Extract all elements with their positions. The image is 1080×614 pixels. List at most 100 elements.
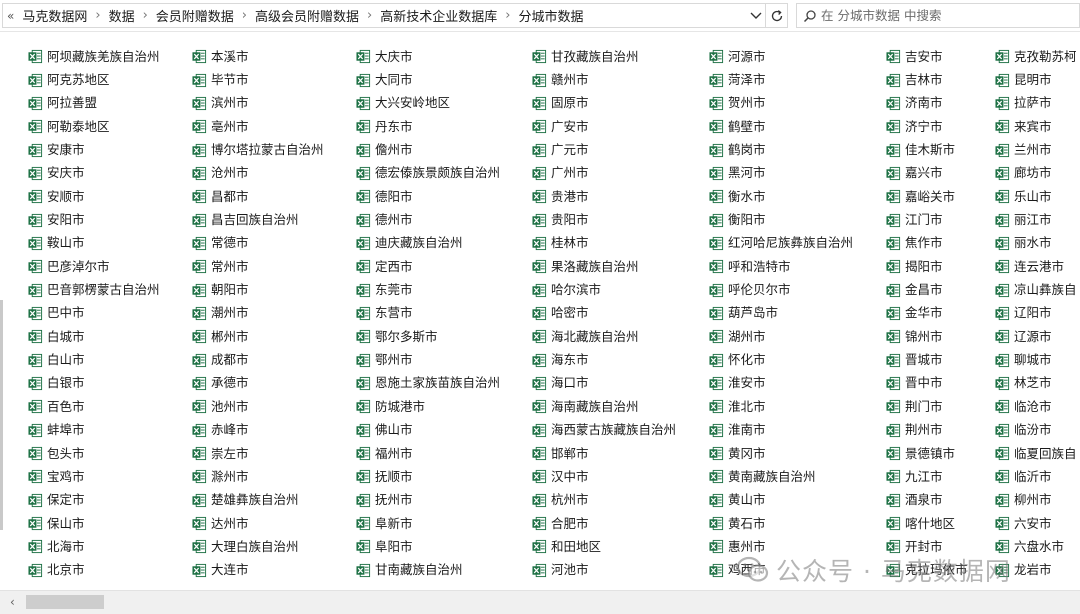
file-item[interactable]: 乐山市	[995, 185, 1077, 208]
file-item[interactable]: 广安市	[532, 115, 676, 138]
file-item[interactable]: 辽源市	[995, 325, 1077, 348]
file-item[interactable]: 廊坊市	[995, 162, 1077, 185]
file-item[interactable]: 崇左市	[192, 442, 324, 465]
breadcrumb-item-city-data[interactable]: 分城市数据	[518, 6, 583, 25]
file-item[interactable]: 博尔塔拉蒙古自治州	[192, 138, 324, 161]
horizontal-scrollbar[interactable]: ‹	[0, 590, 1080, 614]
file-item[interactable]: 鞍山市	[28, 232, 160, 255]
file-item[interactable]: 固原市	[532, 92, 676, 115]
file-item[interactable]: 海西蒙古族藏族自治州	[532, 419, 676, 442]
file-item[interactable]: 克拉玛依市	[886, 559, 968, 582]
file-item[interactable]: 鄂州市	[356, 348, 500, 371]
search-input[interactable]	[821, 8, 1079, 23]
file-item[interactable]: 安庆市	[28, 162, 160, 185]
file-item[interactable]: 海口市	[532, 372, 676, 395]
file-item[interactable]: 汉中市	[532, 465, 676, 488]
file-item[interactable]: 哈尔滨市	[532, 278, 676, 301]
file-item[interactable]: 常德市	[192, 232, 324, 255]
file-item[interactable]: 黄山市	[709, 489, 853, 512]
file-item[interactable]: 菏泽市	[709, 68, 853, 91]
file-item[interactable]: 丽江市	[995, 208, 1077, 231]
file-item[interactable]: 丹东市	[356, 115, 500, 138]
file-item[interactable]: 龙岩市	[995, 559, 1077, 582]
file-item[interactable]: 来宾市	[995, 115, 1077, 138]
file-item[interactable]: 辽阳市	[995, 302, 1077, 325]
file-item[interactable]: 佛山市	[356, 419, 500, 442]
file-item[interactable]: 德州市	[356, 208, 500, 231]
file-item[interactable]: 迪庆藏族自治州	[356, 232, 500, 255]
file-item[interactable]: 巴中市	[28, 302, 160, 325]
file-item[interactable]: 嘉兴市	[886, 162, 968, 185]
file-item[interactable]: 成都市	[192, 348, 324, 371]
file-item[interactable]: 福州市	[356, 442, 500, 465]
file-item[interactable]: 嘉峪关市	[886, 185, 968, 208]
file-item[interactable]: 红河哈尼族彝族自治州	[709, 232, 853, 255]
file-item[interactable]: 九江市	[886, 465, 968, 488]
file-item[interactable]: 广元市	[532, 138, 676, 161]
file-item[interactable]: 鄂尔多斯市	[356, 325, 500, 348]
file-item[interactable]: 济南市	[886, 92, 968, 115]
file-item[interactable]: 白城市	[28, 325, 160, 348]
file-item[interactable]: 济宁市	[886, 115, 968, 138]
file-item[interactable]: 滁州市	[192, 465, 324, 488]
file-item[interactable]: 河池市	[532, 559, 676, 582]
file-item[interactable]: 恩施土家族苗族自治州	[356, 372, 500, 395]
file-item[interactable]: 六安市	[995, 512, 1077, 535]
chevron-right-icon[interactable]: ›	[95, 8, 100, 23]
file-item[interactable]: 东莞市	[356, 278, 500, 301]
file-item[interactable]: 怀化市	[709, 348, 853, 371]
address-bar[interactable]: « 马克数据网 › 数据 › 会员附赠数据 › 高级会员附赠数据 › 高新技术企…	[2, 3, 766, 28]
file-item[interactable]: 阿拉善盟	[28, 92, 160, 115]
file-item[interactable]: 阿勒泰地区	[28, 115, 160, 138]
file-item[interactable]: 北京市	[28, 559, 160, 582]
file-item[interactable]: 荆州市	[886, 419, 968, 442]
file-item[interactable]: 海东市	[532, 348, 676, 371]
file-item[interactable]: 楚雄彝族自治州	[192, 489, 324, 512]
file-item[interactable]: 黄南藏族自治州	[709, 465, 853, 488]
file-item[interactable]: 锦州市	[886, 325, 968, 348]
file-item[interactable]: 六盘水市	[995, 535, 1077, 558]
file-item[interactable]: 揭阳市	[886, 255, 968, 278]
file-item[interactable]: 临沂市	[995, 465, 1077, 488]
file-item[interactable]: 鹤岗市	[709, 138, 853, 161]
file-item[interactable]: 德宏傣族景颇族自治州	[356, 162, 500, 185]
file-item[interactable]: 丽水市	[995, 232, 1077, 255]
chevron-right-icon[interactable]: ›	[367, 8, 372, 23]
chevron-down-icon[interactable]	[749, 8, 763, 24]
file-item[interactable]: 河源市	[709, 45, 853, 68]
file-item[interactable]: 白银市	[28, 372, 160, 395]
chevron-right-icon[interactable]: ›	[505, 8, 510, 23]
file-item[interactable]: 北海市	[28, 535, 160, 558]
file-item[interactable]: 阜新市	[356, 512, 500, 535]
file-item[interactable]: 海南藏族自治州	[532, 395, 676, 418]
file-item[interactable]: 贺州市	[709, 92, 853, 115]
file-item[interactable]: 潮州市	[192, 302, 324, 325]
file-item[interactable]: 兰州市	[995, 138, 1077, 161]
file-item[interactable]: 安顺市	[28, 185, 160, 208]
file-item[interactable]: 常州市	[192, 255, 324, 278]
file-item[interactable]: 安阳市	[28, 208, 160, 231]
file-item[interactable]: 景德镇市	[886, 442, 968, 465]
file-item[interactable]: 佳木斯市	[886, 138, 968, 161]
file-item[interactable]: 吉安市	[886, 45, 968, 68]
file-item[interactable]: 临沧市	[995, 395, 1077, 418]
file-item[interactable]: 合肥市	[532, 512, 676, 535]
file-item[interactable]: 和田地区	[532, 535, 676, 558]
file-item[interactable]: 达州市	[192, 512, 324, 535]
chevron-right-icon[interactable]: ›	[242, 8, 247, 23]
file-item[interactable]: 东营市	[356, 302, 500, 325]
file-item[interactable]: 晋城市	[886, 348, 968, 371]
file-item[interactable]: 连云港市	[995, 255, 1077, 278]
file-item[interactable]: 贵港市	[532, 185, 676, 208]
file-item[interactable]: 巴音郭楞蒙古自治州	[28, 278, 160, 301]
file-item[interactable]: 白山市	[28, 348, 160, 371]
file-item[interactable]: 亳州市	[192, 115, 324, 138]
breadcrumb-item-member-gift[interactable]: 会员附赠数据	[156, 6, 234, 25]
file-item[interactable]: 哈密市	[532, 302, 676, 325]
file-item[interactable]: 林芝市	[995, 372, 1077, 395]
file-item[interactable]: 惠州市	[709, 535, 853, 558]
file-item[interactable]: 甘南藏族自治州	[356, 559, 500, 582]
file-item[interactable]: 池州市	[192, 395, 324, 418]
file-item[interactable]: 沧州市	[192, 162, 324, 185]
file-item[interactable]: 淮安市	[709, 372, 853, 395]
